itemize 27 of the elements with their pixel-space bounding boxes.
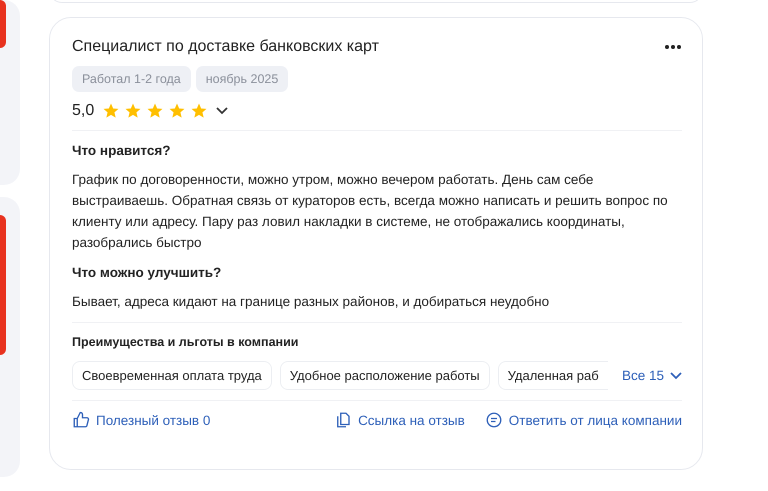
- chevron-down-icon[interactable]: [216, 107, 228, 115]
- benefit-chip: Своевременная оплата труда: [72, 361, 272, 390]
- copy-icon: [334, 411, 352, 429]
- benefit-chip: Удобное расположение работы: [280, 361, 490, 390]
- helpful-link[interactable]: Полезный отзыв 0: [72, 411, 210, 429]
- review-tag: ноябрь 2025: [196, 66, 288, 92]
- review-text: График по договоренности, можно утром, можно вечером работать. День сам себе выстраиваешь. Обратная связь от кураторов есть, всегда можно написать и решить вопрос по клиенту или адресу. Пару раз ловил накладки в системе, не отображались координаты, разобрались быстро: [72, 171, 669, 252]
- section-heading: Что можно улучшить?: [72, 265, 222, 280]
- review-tag: Работал 1-2 года: [72, 66, 191, 92]
- star-icon: [124, 102, 142, 120]
- thumbs-up-icon: [72, 411, 90, 429]
- review-title: Специалист по доставке банковских карт: [72, 38, 379, 56]
- benefit-chip: Удаленная раб: [498, 361, 608, 390]
- star-icon: [190, 102, 208, 120]
- review-text: Бывает, адреса кидают на границе разных районов, и добираться неудобно: [72, 293, 550, 311]
- benefits-heading: Преимущества и льготы в компании: [72, 335, 300, 349]
- star-icon: [146, 102, 164, 120]
- show-all-button[interactable]: Все 15: [622, 368, 682, 383]
- section-heading: Что нравится?: [72, 143, 172, 158]
- reply-link[interactable]: Ответить от лица компании: [484, 411, 682, 429]
- comment-icon: [484, 411, 503, 429]
- more-icon[interactable]: [664, 44, 682, 50]
- copy-link[interactable]: Ссылка на отзыв: [334, 411, 465, 429]
- star-icon: [102, 102, 120, 120]
- chevron-down-icon: [670, 372, 682, 380]
- rating-score: 5,0: [72, 102, 94, 120]
- star-icon: [168, 102, 186, 120]
